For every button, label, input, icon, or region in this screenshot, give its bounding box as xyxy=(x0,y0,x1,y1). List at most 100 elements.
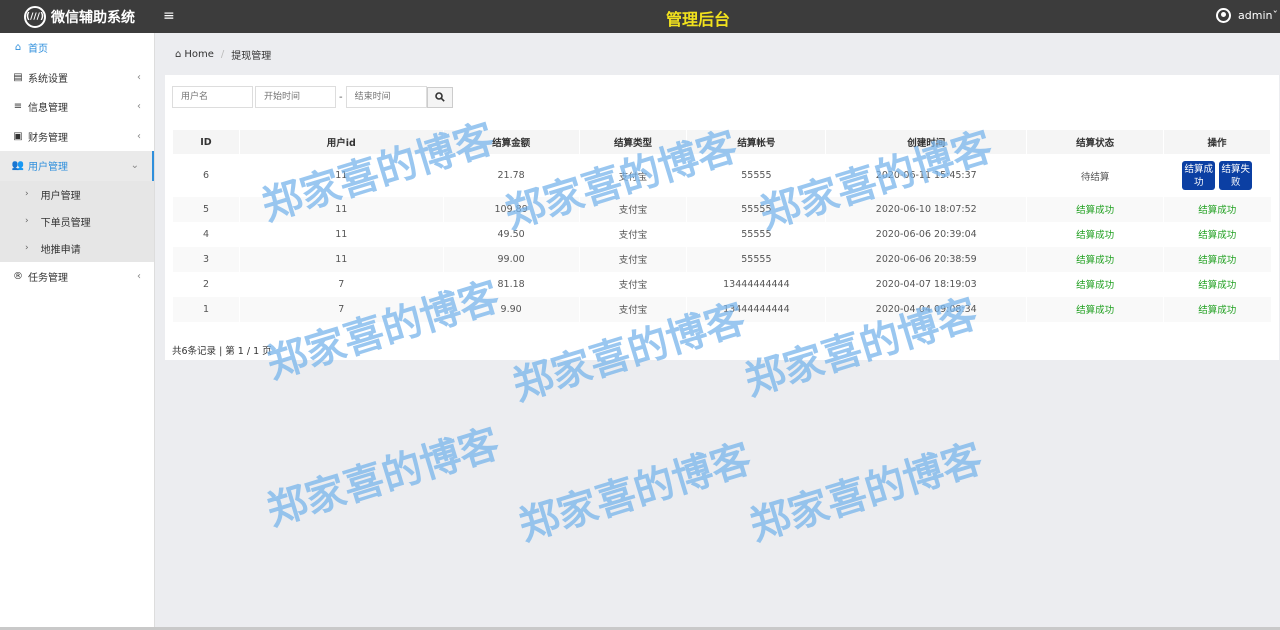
watermark: 郑家喜的博客 xyxy=(744,435,988,550)
column-header[interactable]: 结算状态 xyxy=(1026,129,1164,155)
cell-status: 待结算 xyxy=(1026,154,1164,197)
brand[interactable]: (///) 微信辅助系统 xyxy=(0,0,154,33)
table-row: 2 7 81.18 支付宝 13444444444 2020-04-07 18:… xyxy=(172,271,1271,297)
cell-created: 2020-06-11 15:45:37 xyxy=(825,154,1027,197)
cell-user-id: 7 xyxy=(238,271,444,297)
user-menu[interactable]: admin ˇ xyxy=(1216,8,1278,23)
cell-id: 5 xyxy=(172,196,240,222)
sidebar-item-system-settings[interactable]: ▤ 系统设置 ‹ xyxy=(0,63,154,93)
username-input[interactable] xyxy=(172,86,253,108)
column-header[interactable]: ID xyxy=(172,129,240,155)
top-bar: (///) 微信辅助系统 ≡ 管理后台 admin ˇ xyxy=(0,0,1280,33)
cell-created: 2020-06-06 20:39:04 xyxy=(825,221,1027,247)
cell-id: 3 xyxy=(172,246,240,272)
cell-user-id: 11 xyxy=(238,154,444,197)
cell-amount: 9.90 xyxy=(442,296,580,322)
chevron-down-icon: ˇ xyxy=(1272,9,1279,22)
sidebar-subitem-users[interactable]: › 用户管理 xyxy=(0,181,154,208)
users-icon: 👥 xyxy=(11,160,25,172)
cell-created: 2020-04-07 18:19:03 xyxy=(825,271,1027,297)
search-form: - xyxy=(172,86,453,108)
column-header[interactable]: 结算帐号 xyxy=(686,129,827,155)
cell-status: 结算成功 xyxy=(1026,221,1164,247)
cell-actions: 结算成功 xyxy=(1163,221,1271,247)
chevron-left-icon: ‹ xyxy=(137,130,141,142)
cell-type: 支付宝 xyxy=(578,246,687,272)
home-icon: ⌂ xyxy=(175,48,182,60)
chevron-right-icon: › xyxy=(25,189,29,199)
cell-amount: 49.50 xyxy=(442,221,580,247)
user-name: admin xyxy=(1238,9,1273,22)
registered-icon: ® xyxy=(13,270,23,282)
cell-created: 2020-06-06 20:38:59 xyxy=(825,246,1027,272)
menu-toggle-icon[interactable]: ≡ xyxy=(163,8,175,24)
cell-user-id: 7 xyxy=(238,296,444,322)
pagination-info: 共6条记录 | 第 1 / 1 页 xyxy=(172,346,272,357)
table-row: 1 7 9.90 支付宝 13444444444 2020-04-04 09:0… xyxy=(172,296,1271,322)
chevron-left-icon: ‹ xyxy=(137,270,141,282)
settle-fail-button[interactable]: 结算失败 xyxy=(1219,161,1253,191)
cell-status: 结算成功 xyxy=(1026,296,1164,322)
sidebar: ⌂ 首页 ▤ 系统设置 ‹ ≡ 信息管理 ‹ ▣ 财务管理 ‹ 👥 用户管理 ⌄… xyxy=(0,33,155,630)
breadcrumb-home-link[interactable]: Home xyxy=(184,49,214,60)
cell-amount: 109.89 xyxy=(442,196,580,222)
cell-status: 结算成功 xyxy=(1026,196,1164,222)
breadcrumb: ⌂ Home / 提现管理 xyxy=(165,33,1280,75)
breadcrumb-current: 提现管理 xyxy=(231,50,272,62)
table-row: 3 11 99.00 支付宝 55555 2020-06-06 20:38:59… xyxy=(172,246,1271,272)
brand-name: 微信辅助系统 xyxy=(51,9,135,26)
cell-actions: 结算成功 xyxy=(1163,271,1271,297)
chevron-right-icon: › xyxy=(25,216,29,226)
settle-success-button[interactable]: 结算成功 xyxy=(1182,161,1216,191)
sidebar-item-info-management[interactable]: ≡ 信息管理 ‹ xyxy=(0,92,154,122)
sidebar-item-label: 用户管理 xyxy=(28,162,68,174)
sidebar-item-task-management[interactable]: ® 任务管理 ‹ xyxy=(0,262,154,292)
cell-actions: 结算成功结算失败 xyxy=(1163,154,1271,197)
sidebar-item-label: 信息管理 xyxy=(28,103,68,115)
brand-logo-icon: (///) xyxy=(24,5,46,28)
cell-id: 4 xyxy=(172,221,240,247)
column-header[interactable]: 创建时间 xyxy=(825,129,1028,155)
withdrawal-panel: - ID 用户id 结算金额 结算类型 结算帐号 创建时间 结算状态 操作 6 xyxy=(165,75,1279,360)
end-time-input[interactable] xyxy=(345,86,427,108)
start-time-input[interactable] xyxy=(255,86,336,108)
sidebar-item-finance-management[interactable]: ▣ 财务管理 ‹ xyxy=(0,122,154,152)
sidebar-subitem-order-staff[interactable]: › 下单员管理 xyxy=(0,208,154,235)
column-header[interactable]: 用户id xyxy=(238,129,444,155)
breadcrumb-separator: / xyxy=(220,48,225,60)
chevron-down-icon: ⌄ xyxy=(130,160,139,172)
cell-account: 55555 xyxy=(686,196,826,222)
column-header[interactable]: 结算类型 xyxy=(578,129,688,155)
cell-type: 支付宝 xyxy=(578,196,687,222)
money-icon: ▣ xyxy=(13,130,23,142)
cell-actions: 结算成功 xyxy=(1163,296,1271,322)
cell-account: 55555 xyxy=(686,154,826,197)
cell-type: 支付宝 xyxy=(578,154,687,197)
search-icon xyxy=(434,92,445,102)
table-header-row: ID 用户id 结算金额 结算类型 结算帐号 创建时间 结算状态 操作 xyxy=(172,129,1271,155)
cell-account: 13444444444 xyxy=(686,271,826,297)
cell-status: 结算成功 xyxy=(1026,271,1164,297)
chevron-left-icon: ‹ xyxy=(137,101,141,113)
sidebar-subitem-label: 用户管理 xyxy=(40,190,81,202)
sidebar-subitem-label: 地推申请 xyxy=(40,244,81,256)
cell-id: 6 xyxy=(172,154,240,197)
cell-created: 2020-06-10 18:07:52 xyxy=(825,196,1027,222)
cell-actions: 结算成功 xyxy=(1163,196,1271,222)
cell-type: 支付宝 xyxy=(578,271,687,297)
sidebar-subitem-label: 下单员管理 xyxy=(40,217,91,229)
column-header[interactable]: 结算金额 xyxy=(442,129,580,155)
server-icon: ▤ xyxy=(13,71,23,83)
sidebar-item-label: 首页 xyxy=(28,44,48,56)
watermark: 郑家喜的博客 xyxy=(261,420,505,535)
cell-amount: 81.18 xyxy=(442,271,580,297)
cell-account: 55555 xyxy=(686,221,826,247)
withdrawal-table: ID 用户id 结算金额 结算类型 结算帐号 创建时间 结算状态 操作 6 11… xyxy=(172,129,1271,322)
date-range-dash: - xyxy=(339,91,343,103)
search-button[interactable] xyxy=(426,86,453,108)
sidebar-item-user-management[interactable]: 👥 用户管理 ⌄ xyxy=(0,151,154,181)
cell-id: 1 xyxy=(172,296,240,322)
sidebar-item-home[interactable]: ⌂ 首页 xyxy=(0,33,154,63)
sidebar-subitem-promoter-applications[interactable]: › 地推申请 xyxy=(0,235,154,262)
cell-user-id: 11 xyxy=(238,196,444,222)
